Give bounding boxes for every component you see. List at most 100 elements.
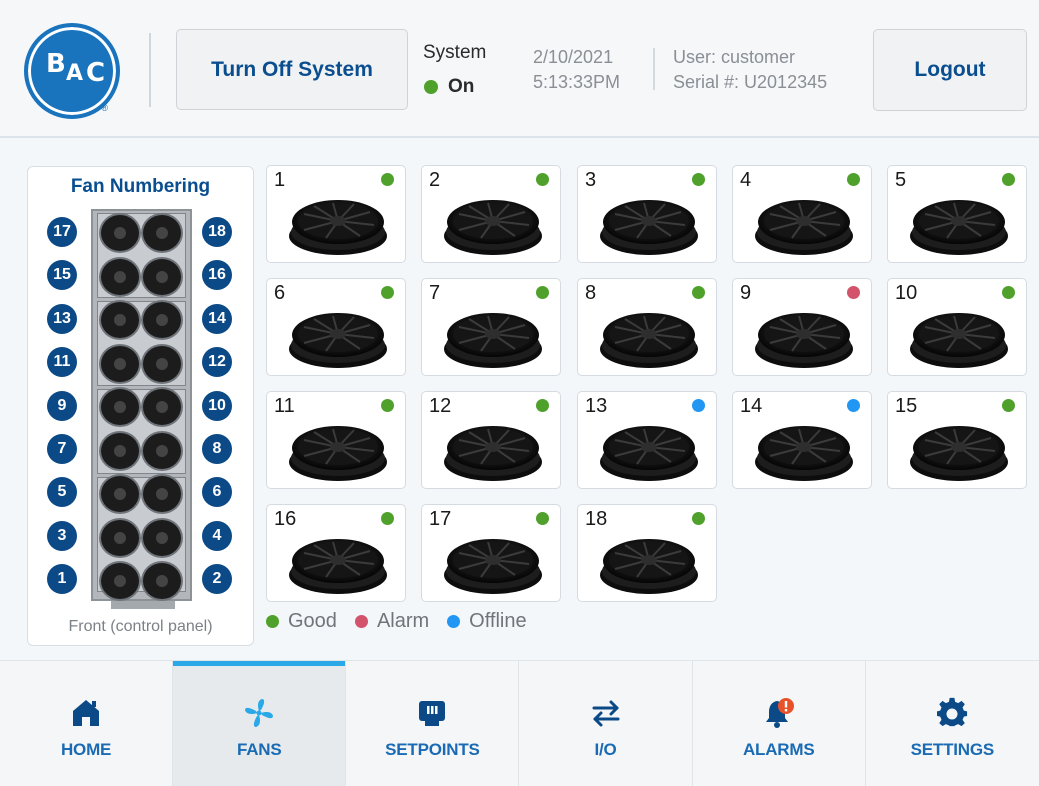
unit-fan-icon	[99, 474, 141, 514]
fan-number-badge: 3	[47, 520, 77, 551]
fan-card[interactable]: 9	[732, 278, 872, 376]
logout-button[interactable]: Logout	[873, 29, 1027, 111]
fan-number: 2	[429, 169, 441, 191]
fan-number-badge: 12	[202, 347, 232, 378]
fan-icon	[288, 418, 388, 482]
fan-number-badge: 6	[202, 477, 232, 508]
fan-status-dot	[847, 173, 860, 186]
fan-card[interactable]: 13	[577, 391, 717, 489]
tab-label: SETTINGS	[910, 740, 995, 759]
unit-fan-icon	[141, 213, 183, 253]
fan-card[interactable]: 2	[421, 165, 561, 263]
fan-card[interactable]: 10	[887, 278, 1027, 376]
fan-card[interactable]: 12	[421, 391, 561, 489]
fan-icon	[909, 192, 1009, 256]
unit-fan-icon	[141, 300, 183, 340]
fan-status-dot	[847, 399, 860, 412]
fan-status-dot	[1002, 399, 1015, 412]
fan-status-dot	[381, 286, 394, 299]
tab-i-o[interactable]: I/O	[519, 661, 693, 786]
serial-text: Serial #: U2012345	[673, 72, 828, 92]
fan-icon	[443, 531, 543, 595]
header: B A C ® Turn Off System System On 2/10/2…	[0, 0, 1039, 138]
fan-number-badge: 8	[202, 434, 232, 464]
fan-icon	[288, 192, 388, 256]
fan-number: 11	[274, 395, 295, 417]
legend-item-offline: Offline	[447, 610, 527, 633]
fan-icon	[288, 305, 388, 369]
fan-number-badge: 2	[202, 564, 232, 595]
fan-card[interactable]: 16	[266, 504, 406, 602]
fan-status-dot	[381, 399, 394, 412]
tab-label: FANS	[236, 740, 282, 759]
fan-number: 5	[895, 169, 907, 191]
unit-diagram	[91, 209, 192, 609]
io-arrows-icon	[590, 697, 622, 729]
fan-number: 13	[585, 395, 608, 417]
unit-fan-icon	[99, 300, 141, 340]
tab-home[interactable]: HOME	[0, 661, 174, 786]
tab-label: HOME	[60, 740, 112, 759]
gear-icon	[936, 697, 968, 729]
fan-card[interactable]: 7	[421, 278, 561, 376]
tab-alarms[interactable]: ALARMS	[693, 661, 866, 786]
fan-number-badge: 10	[202, 390, 232, 421]
fan-icon	[909, 418, 1009, 482]
unit-fan-icon	[141, 430, 183, 471]
fan-status-dot	[536, 512, 549, 525]
fan-card[interactable]: 14	[732, 391, 872, 489]
fan-card[interactable]: 1	[266, 165, 406, 263]
fan-number: 18	[585, 508, 608, 530]
fan-card[interactable]: 3	[577, 165, 717, 263]
date-time: 2/10/2021 5:13:33PM	[533, 45, 620, 95]
fan-status-dot	[1002, 173, 1015, 186]
unit-fan-icon	[141, 256, 183, 297]
fan-numbering-title: Fan Numbering	[70, 176, 211, 197]
fan-card[interactable]: 8	[577, 278, 717, 376]
fan-status-dot	[692, 286, 705, 299]
fan-status-dot	[692, 512, 705, 525]
fan-number-badge: 13	[47, 303, 77, 334]
fan-number: 17	[429, 508, 452, 530]
fan-status-dot	[381, 512, 394, 525]
tab-setpoints[interactable]: SETPOINTS	[346, 661, 520, 786]
tab-settings[interactable]: SETTINGS	[866, 661, 1039, 786]
turn-off-system-button[interactable]: Turn Off System	[176, 29, 408, 110]
legend-label: Alarm	[376, 610, 430, 632]
legend-dot	[266, 615, 279, 628]
tab-label: I/O	[594, 740, 617, 759]
fan-icon	[754, 418, 854, 482]
fan-number: 16	[274, 508, 297, 530]
fan-number: 3	[585, 169, 597, 191]
fan-card[interactable]: 15	[887, 391, 1027, 489]
unit-fan-icon	[141, 517, 183, 558]
legend-label: Offline	[469, 610, 527, 632]
fan-number-badge: 11	[47, 347, 77, 378]
user-info: User: customer Serial #: U2012345	[673, 45, 827, 95]
tab-fans[interactable]: FANS	[173, 661, 347, 786]
legend-item-alarm: Alarm	[354, 610, 430, 633]
fan-number-badge: 5	[47, 477, 77, 508]
date-text: 2/10/2021	[533, 47, 614, 67]
legend-label: Good	[288, 610, 337, 632]
fan-card[interactable]: 5	[887, 165, 1027, 263]
fan-number-badge: 14	[202, 303, 232, 334]
fan-number-badge: 17	[47, 217, 77, 247]
fan-card[interactable]: 11	[266, 391, 406, 489]
system-status-text: On	[448, 76, 475, 97]
fan-card[interactable]: 4	[732, 165, 872, 263]
bac-logo: B A C ®	[24, 23, 120, 119]
fan-number: 12	[429, 395, 452, 417]
fan-card[interactable]: 6	[266, 278, 406, 376]
unit-fan-icon	[99, 343, 141, 384]
fan-card[interactable]: 17	[421, 504, 561, 602]
system-status-dot	[424, 80, 438, 94]
fan-number: 15	[895, 395, 918, 417]
home-icon	[70, 697, 102, 729]
unit-base	[111, 601, 175, 609]
fan-card[interactable]: 18	[577, 504, 717, 602]
fan-status-dot	[536, 286, 549, 299]
fan-number: 8	[585, 282, 597, 304]
fan-number: 7	[429, 282, 441, 304]
fan-icon	[599, 192, 699, 256]
